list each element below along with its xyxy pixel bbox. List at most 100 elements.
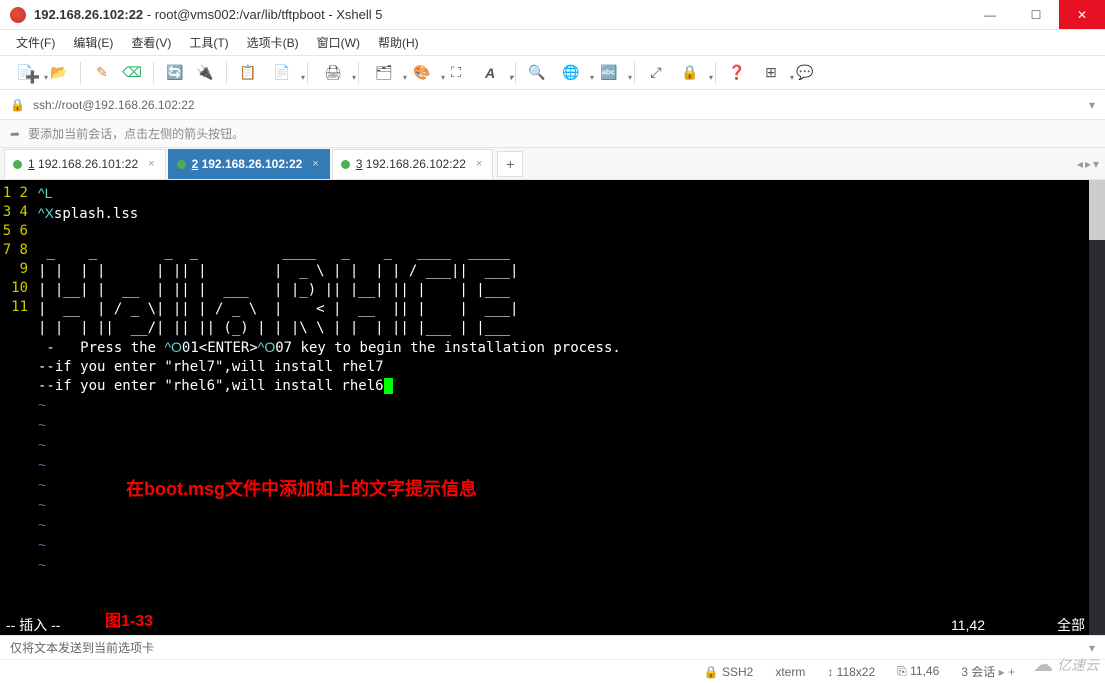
title-host: 192.168.26.102:22 xyxy=(34,7,143,22)
tab-3[interactable]: 3 192.168.26.102:22 × xyxy=(332,149,494,179)
menu-tabs[interactable]: 选项卡(B) xyxy=(239,30,307,55)
font-icon: A xyxy=(485,65,495,81)
compose-hint[interactable]: 仅将文本发送到当前选项卡 xyxy=(10,639,1089,656)
separator xyxy=(153,62,154,84)
copy-icon: 📋 xyxy=(239,64,256,81)
disconnect-icon: 🔌 xyxy=(196,64,213,81)
menu-edit[interactable]: 编辑(E) xyxy=(65,30,121,55)
copy-button[interactable]: 📋 xyxy=(235,60,261,86)
add-tab-button[interactable]: + xyxy=(497,151,523,177)
vim-position: 11,42 xyxy=(951,617,985,633)
close-button[interactable]: ✕ xyxy=(1059,0,1105,29)
status-sessions: 3 会话 ▸ + xyxy=(961,663,1015,680)
tab-next-icon[interactable]: ▸ xyxy=(1085,157,1091,171)
tab-label: 3 192.168.26.102:22 xyxy=(356,157,466,171)
watermark: ☁ 亿速云 xyxy=(1033,652,1099,677)
tab-close-icon[interactable]: × xyxy=(476,158,482,170)
separator xyxy=(358,62,359,84)
tab-label: 1 192.168.26.101:22 xyxy=(28,157,138,171)
color-button[interactable]: 🎨 xyxy=(405,60,439,86)
terminal[interactable]: ^L ^Xsplash.lss _ _ _ _ ____ _ _ ____ __… xyxy=(34,180,1105,635)
chat-button[interactable]: 💬 xyxy=(792,60,818,86)
menu-window[interactable]: 窗口(W) xyxy=(309,30,368,55)
fullscreen-button[interactable]: ⛶ xyxy=(443,60,469,86)
layout-icon: ⊞ xyxy=(765,64,777,81)
tab-prev-icon[interactable]: ◂ xyxy=(1077,157,1083,171)
vim-mode: -- 插入 -- xyxy=(6,615,60,635)
menu-view[interactable]: 查看(V) xyxy=(123,30,179,55)
font-button[interactable]: A xyxy=(473,60,507,86)
props-button[interactable]: 🗂 xyxy=(367,60,401,86)
disconnect-button[interactable]: 🔌 xyxy=(192,60,218,86)
separator xyxy=(715,62,716,84)
chat-icon: 💬 xyxy=(796,64,813,81)
open-button[interactable]: 📂 xyxy=(46,60,72,86)
encode-icon: 🔤 xyxy=(600,64,617,81)
search-button[interactable]: 🔍 xyxy=(524,60,550,86)
maximize-button[interactable]: ☐ xyxy=(1013,0,1059,29)
paste-icon: 📄 xyxy=(273,64,290,81)
encode-button[interactable]: 🔤 xyxy=(592,60,626,86)
help-button[interactable]: ❓ xyxy=(724,60,750,86)
expand-icon: ⤢ xyxy=(650,64,661,81)
titlebar: 192.168.26.102:22 - root@vms002:/var/lib… xyxy=(0,0,1105,30)
arrow-icon[interactable]: ➦ xyxy=(10,127,20,141)
tab-label: 2 192.168.26.102:22 xyxy=(192,157,303,171)
lock-icon: 🔒 xyxy=(10,98,25,112)
tab-close-icon[interactable]: × xyxy=(312,158,318,170)
tab-1[interactable]: 1 192.168.26.101:22 × xyxy=(4,149,166,179)
tab-close-icon[interactable]: × xyxy=(148,158,154,170)
new-session-button[interactable]: 📄➕ xyxy=(8,60,42,86)
separator xyxy=(515,62,516,84)
paste-button[interactable]: 📄 xyxy=(265,60,299,86)
menubar: 文件(F) 编辑(E) 查看(V) 工具(T) 选项卡(B) 窗口(W) 帮助(… xyxy=(0,30,1105,56)
folder-icon: 📂 xyxy=(50,64,67,81)
vertical-scrollbar[interactable] xyxy=(1089,180,1105,635)
layout-button[interactable]: ⊞ xyxy=(754,60,788,86)
lang-button[interactable]: 🌐 xyxy=(554,60,588,86)
app-icon xyxy=(10,7,26,23)
overlay-annotation: 在boot.msg文件中添加如上的文字提示信息 xyxy=(126,480,477,499)
props-icon: 🗂 xyxy=(375,64,393,81)
help-icon: ❓ xyxy=(728,64,745,81)
lock-button[interactable]: 🔒 xyxy=(673,60,707,86)
wand-icon: ✎ xyxy=(96,64,108,81)
menu-help[interactable]: 帮助(H) xyxy=(370,30,427,55)
globe-icon: 🌐 xyxy=(562,64,579,81)
dropdown-icon[interactable]: ▾ xyxy=(1089,98,1095,112)
eraser-icon: ⌫ xyxy=(122,64,142,81)
plus-icon: ➕ xyxy=(25,70,40,84)
minimize-button[interactable]: — xyxy=(967,0,1013,29)
title-suffix: - root@vms002:/var/lib/tftpboot - Xshell… xyxy=(143,7,382,22)
line-gutter: 1 2 3 4 5 6 7 8 9 10 11 xyxy=(0,180,34,635)
eraser-button[interactable]: ⌫ xyxy=(119,60,145,86)
menu-tools[interactable]: 工具(T) xyxy=(181,30,236,55)
lock-icon: 🔒 xyxy=(681,64,698,81)
scroll-thumb[interactable] xyxy=(1089,180,1105,240)
watermark-text: 亿速云 xyxy=(1057,655,1099,675)
status-dot-icon xyxy=(13,160,22,169)
vim-all: 全部 xyxy=(1057,615,1085,635)
status-size: ↕ 118x22 xyxy=(827,665,875,679)
tab-2[interactable]: 2 192.168.26.102:22 × xyxy=(168,149,330,179)
terminal-area[interactable]: 1 2 3 4 5 6 7 8 9 10 11 ^L ^Xsplash.lss … xyxy=(0,180,1105,635)
color-icon: 🎨 xyxy=(413,64,430,81)
status-bar: 🔒 SSH2 xterm ↕ 118x22 ⎘ 11,46 3 会话 ▸ + xyxy=(0,659,1105,683)
window-title: 192.168.26.102:22 - root@vms002:/var/lib… xyxy=(34,7,967,22)
status-cursor: ⎘ 11,46 xyxy=(897,664,939,679)
menu-file[interactable]: 文件(F) xyxy=(8,30,63,55)
separator xyxy=(226,62,227,84)
reconnect-button[interactable]: 🔄 xyxy=(162,60,188,86)
tab-list-icon[interactable]: ▾ xyxy=(1093,157,1099,171)
wand-button[interactable]: ✎ xyxy=(89,60,115,86)
reconnect-icon: 🔄 xyxy=(166,64,183,81)
expand-button[interactable]: ⤢ xyxy=(643,60,669,86)
separator xyxy=(80,62,81,84)
tab-bar: 1 192.168.26.101:22 × 2 192.168.26.102:2… xyxy=(0,148,1105,180)
lock-icon: 🔒 xyxy=(704,665,719,679)
hint-bar: ➦ 要添加当前会话，点击左侧的箭头按钮。 xyxy=(0,120,1105,148)
app-window: 192.168.26.102:22 - root@vms002:/var/lib… xyxy=(0,0,1105,683)
address-url[interactable]: ssh://root@192.168.26.102:22 xyxy=(33,98,1081,112)
print-button[interactable]: 🖨 xyxy=(316,60,350,86)
separator xyxy=(307,62,308,84)
